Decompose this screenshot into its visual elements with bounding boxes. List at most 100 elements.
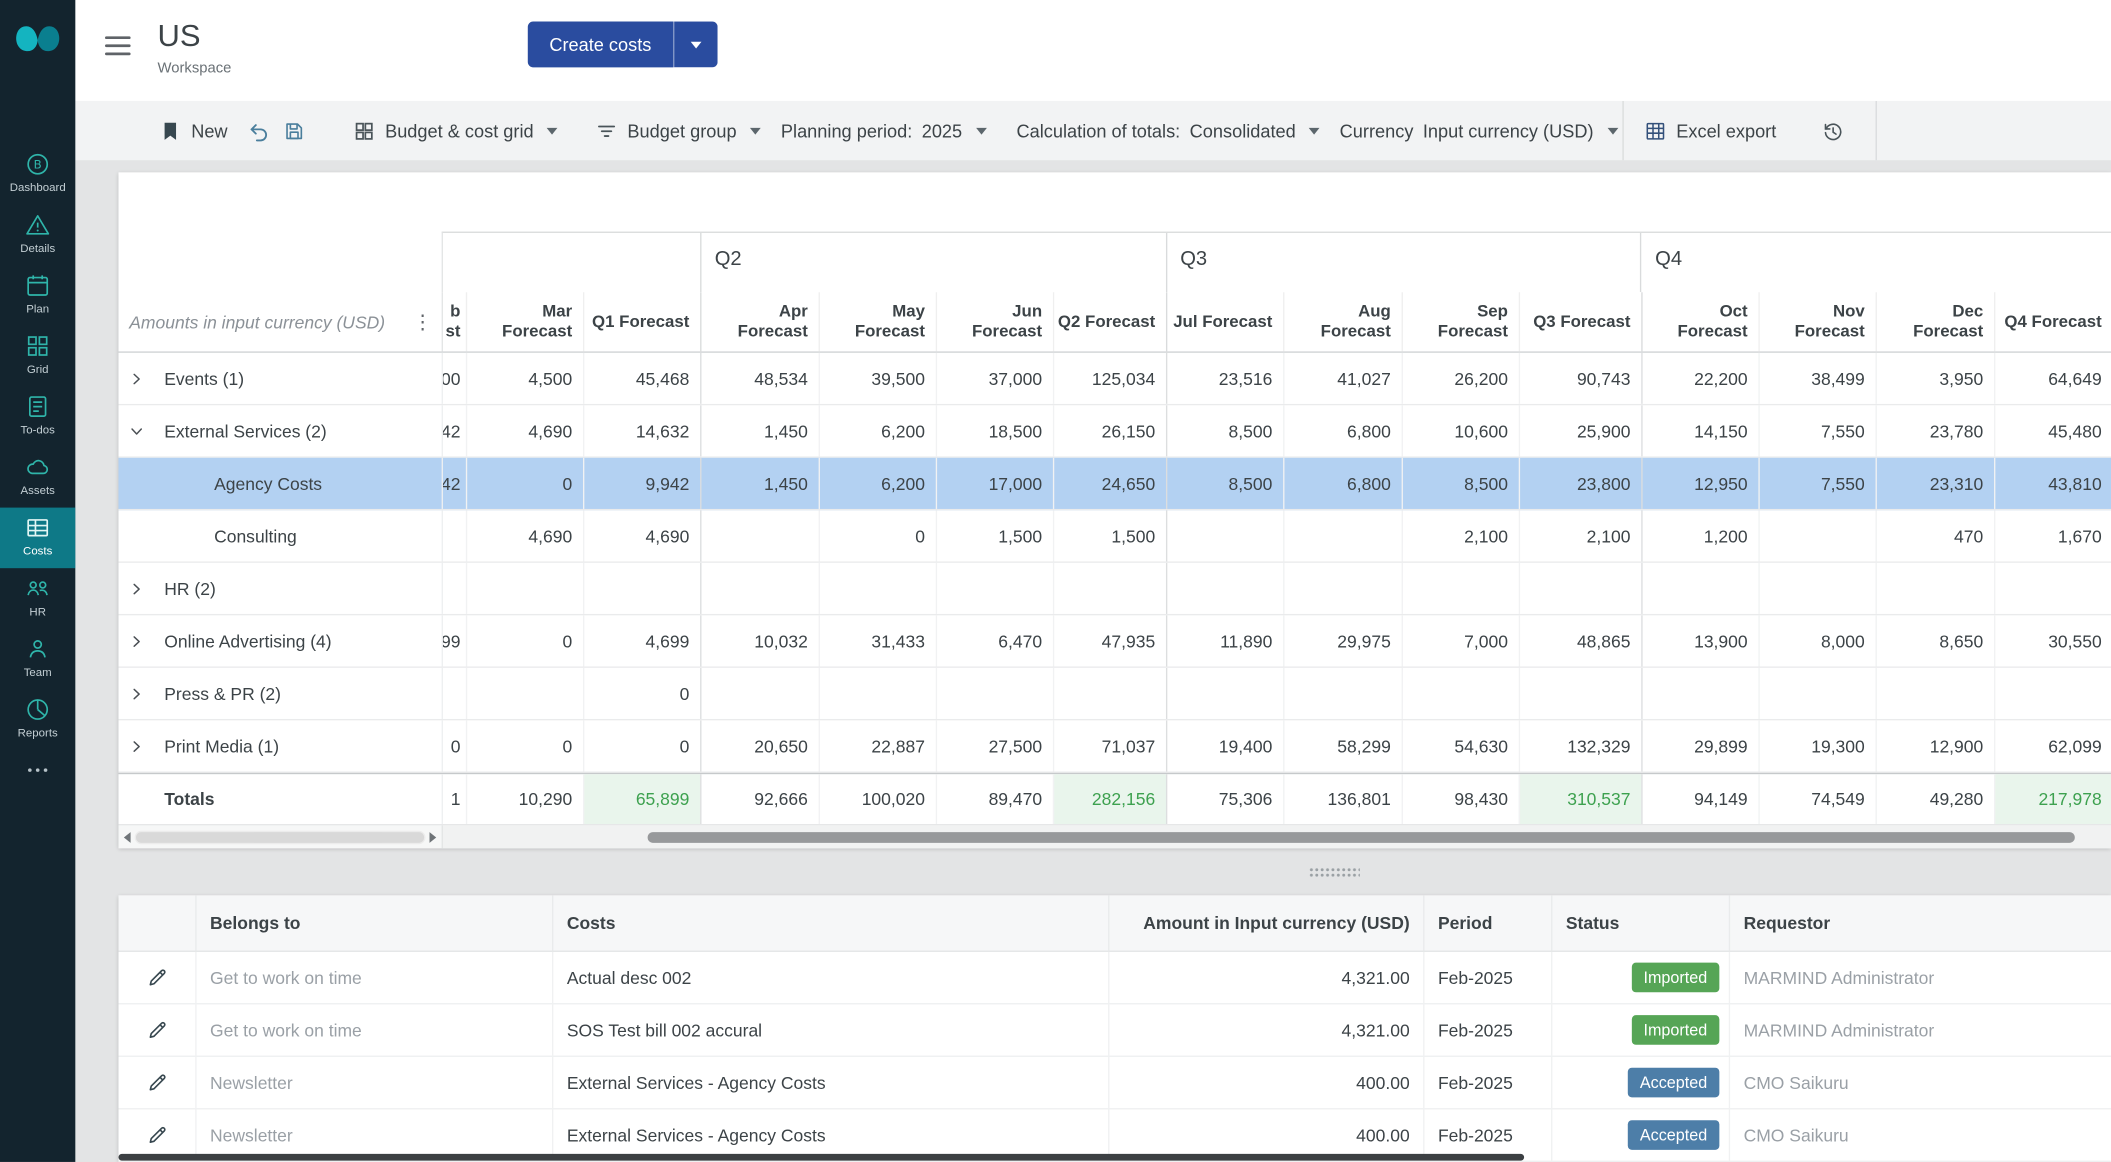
grid-options-kebab-icon[interactable]: ⋮ (409, 310, 436, 334)
grid-cell[interactable]: 13,900 (1641, 615, 1758, 666)
costs-table-row[interactable]: NewsletterExternal Services - Agency Cos… (118, 1057, 2111, 1110)
grid-cell[interactable] (466, 563, 583, 614)
sidebar-item-details[interactable]: Details (0, 205, 75, 266)
grid-cell[interactable]: 470 (1876, 510, 1994, 561)
grid-cell[interactable]: 2,100 (1519, 510, 1642, 561)
costs-header-belongs_to[interactable]: Belongs to (195, 895, 552, 950)
history-button[interactable] (1822, 101, 1845, 160)
grid-cell[interactable]: 00 (443, 353, 466, 404)
grid-cell[interactable]: 99 (443, 615, 466, 666)
grid-cell[interactable]: 48,865 (1519, 615, 1642, 666)
expand-chevron-icon[interactable] (129, 581, 164, 596)
grid-row-print-media-1[interactable]: Print Media (1)00020,65022,88727,50071,0… (118, 720, 2111, 773)
grid-cell[interactable]: 0 (466, 615, 583, 666)
grid-cell[interactable]: 29,899 (1641, 720, 1758, 771)
grid-cell[interactable]: 19,400 (1166, 720, 1283, 771)
create-costs-dropdown-button[interactable] (673, 22, 717, 68)
grid-cell[interactable]: 4,699 (583, 615, 700, 666)
grid-cell[interactable]: 6,800 (1283, 458, 1401, 509)
app-logo[interactable] (13, 22, 61, 62)
grid-cell[interactable]: 41,027 (1283, 353, 1401, 404)
column-header-q2-forecast[interactable]: Q2 Forecast (1053, 292, 1166, 351)
column-header-q3-forecast[interactable]: Q3 Forecast (1519, 292, 1642, 351)
grid-cell[interactable] (1283, 563, 1401, 614)
grid-cell[interactable] (936, 668, 1053, 719)
grid-cell[interactable]: 29,975 (1283, 615, 1401, 666)
grid-cell[interactable] (936, 563, 1053, 614)
grid-cell[interactable]: 14,150 (1641, 405, 1758, 456)
grid-cell[interactable]: 62,099 (1994, 720, 2111, 771)
grid-cell[interactable] (466, 668, 583, 719)
budget-group-dropdown[interactable]: Budget group (595, 101, 761, 160)
grid-row-online-advertising-4[interactable]: Online Advertising (4)9904,69910,03231,4… (118, 615, 2111, 668)
grid-cell[interactable]: 42 (443, 405, 466, 456)
column-header-q1-forecast[interactable]: Q1 Forecast (583, 292, 700, 351)
grid-cell[interactable]: 1,450 (700, 458, 818, 509)
grid-cell[interactable] (443, 563, 466, 614)
grid-cell[interactable]: 0 (583, 720, 700, 771)
grid-cell[interactable]: 4,690 (466, 405, 583, 456)
grid-cell[interactable]: 1,670 (1994, 510, 2111, 561)
grid-cell[interactable] (1519, 668, 1642, 719)
grid-cell[interactable] (819, 563, 936, 614)
grid-row-events-1[interactable]: Events (1)004,50045,46848,53439,50037,00… (118, 353, 2111, 406)
grid-cell[interactable]: 54,630 (1402, 720, 1519, 771)
column-header-dec-forecast[interactable]: DecForecast (1876, 292, 1994, 351)
grid-cell[interactable]: 6,200 (819, 458, 936, 509)
grid-cell[interactable]: 9,942 (583, 458, 700, 509)
grid-cell[interactable]: 132,329 (1519, 720, 1642, 771)
grid-cell[interactable] (1166, 563, 1283, 614)
grid-cell[interactable]: 30,550 (1994, 615, 2111, 666)
grid-cell[interactable]: 45,468 (583, 353, 700, 404)
grid-cell[interactable]: 8,500 (1166, 405, 1283, 456)
grid-cell[interactable]: 6,800 (1283, 405, 1401, 456)
scroll-right-arrow-icon[interactable] (430, 831, 437, 842)
grid-cell[interactable] (1641, 668, 1758, 719)
grid-cell[interactable]: 43,810 (1994, 458, 2111, 509)
grid-cell[interactable]: 8,500 (1166, 458, 1283, 509)
sidebar-item-hr[interactable]: HR (0, 568, 75, 629)
grid-cell[interactable] (1402, 668, 1519, 719)
grid-cell[interactable] (819, 668, 936, 719)
grid-cell[interactable]: 10,600 (1402, 405, 1519, 456)
grid-cell[interactable]: 6,200 (819, 405, 936, 456)
grid-cell[interactable] (1876, 563, 1994, 614)
grid-cell[interactable] (700, 563, 818, 614)
save-view-button[interactable] (283, 101, 306, 160)
column-header-mar-forecast[interactable]: MarForecast (466, 292, 583, 351)
grid-cell[interactable]: 22,887 (819, 720, 936, 771)
grid-cell[interactable]: 10,032 (700, 615, 818, 666)
grid-cell[interactable]: 45,480 (1994, 405, 2111, 456)
grid-cell[interactable] (1519, 563, 1642, 614)
grid-cell[interactable] (1641, 563, 1758, 614)
grid-cell[interactable]: 11,890 (1166, 615, 1283, 666)
grid-cell[interactable] (1166, 510, 1283, 561)
edit-cost-button[interactable] (139, 960, 174, 995)
grid-cell[interactable]: 6,470 (936, 615, 1053, 666)
scroll-left-arrow-icon[interactable] (124, 831, 131, 842)
expand-chevron-icon[interactable] (129, 423, 164, 438)
grid-row-agency-costs[interactable]: Agency Costs4209,9421,4506,20017,00024,6… (118, 458, 2111, 511)
grid-cell[interactable] (1758, 668, 1875, 719)
grid-cell[interactable]: 19,300 (1758, 720, 1875, 771)
grid-cell[interactable]: 26,150 (1053, 405, 1166, 456)
grid-cell[interactable]: 48,534 (700, 353, 818, 404)
grid-cell[interactable] (1053, 668, 1166, 719)
column-header-oct-forecast[interactable]: OctForecast (1641, 292, 1758, 351)
grid-cell[interactable]: 26,200 (1402, 353, 1519, 404)
grid-cell[interactable]: 42 (443, 458, 466, 509)
column-header-jun-forecast[interactable]: JunForecast (936, 292, 1053, 351)
grid-cell[interactable]: 39,500 (819, 353, 936, 404)
grid-cell[interactable]: 7,550 (1758, 405, 1875, 456)
sidebar-item-reports[interactable]: Reports (0, 689, 75, 750)
grid-cell[interactable] (1994, 563, 2111, 614)
grid-cell[interactable]: 25,900 (1519, 405, 1642, 456)
grid-cell[interactable] (1758, 563, 1875, 614)
edit-cost-button[interactable] (139, 1012, 174, 1047)
edit-cost-button[interactable] (139, 1065, 174, 1100)
scrollbar-thumb[interactable] (136, 831, 424, 842)
column-header-nov-forecast[interactable]: NovForecast (1758, 292, 1875, 351)
grid-cell[interactable]: 4,690 (583, 510, 700, 561)
grid-cell[interactable]: 27,500 (936, 720, 1053, 771)
grid-cell[interactable]: 22,200 (1641, 353, 1758, 404)
